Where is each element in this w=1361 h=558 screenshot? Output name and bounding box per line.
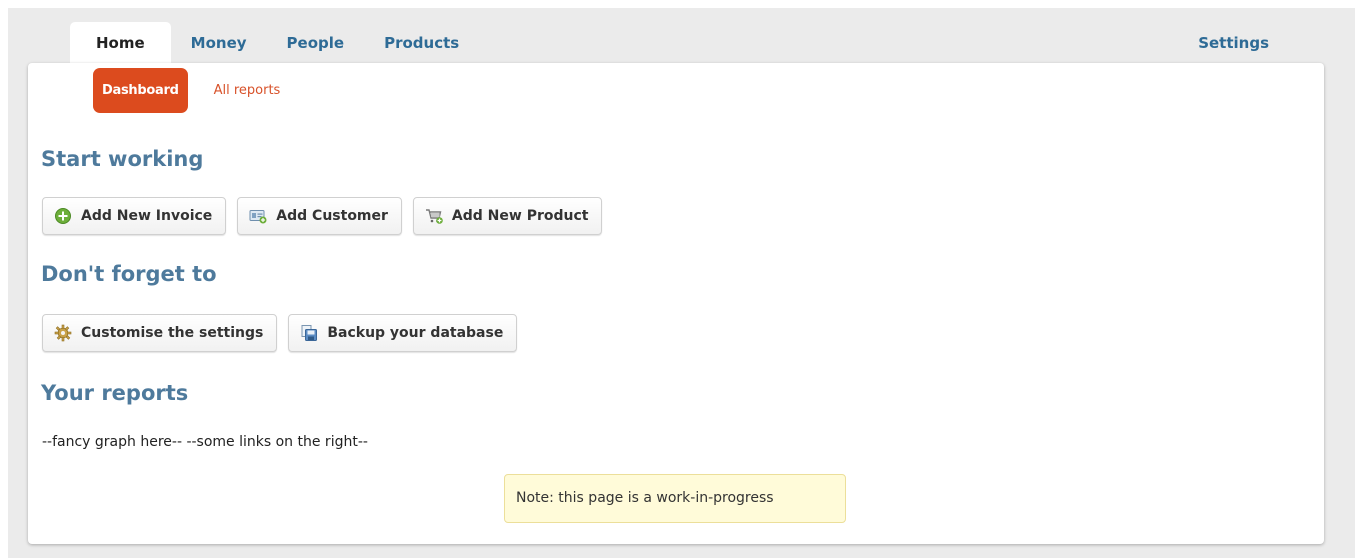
start-working-buttons: Add New Invoice Add Customer Add New Pro… — [42, 197, 613, 235]
backup-icon — [300, 324, 318, 342]
add-circle-icon — [54, 207, 72, 225]
contact-card-icon — [249, 207, 267, 225]
app-background: Home Money People Products Settings Dash… — [8, 8, 1355, 558]
start-working-heading: Start working — [41, 147, 204, 171]
all-reports-link[interactable]: All reports — [214, 83, 281, 98]
reports-placeholder-text: --fancy graph here-- --some links on the… — [42, 434, 368, 450]
add-new-product-label: Add New Product — [451, 208, 589, 224]
gear-icon — [54, 324, 72, 342]
your-reports-heading: Your reports — [41, 381, 189, 405]
tab-products[interactable]: Products — [364, 22, 479, 64]
dont-forget-heading: Don't forget to — [41, 262, 217, 286]
dashboard-tab[interactable]: Dashboard — [93, 68, 188, 113]
tab-people[interactable]: People — [267, 22, 365, 64]
add-customer-label: Add Customer — [276, 208, 388, 224]
add-customer-button[interactable]: Add Customer — [237, 197, 402, 235]
tab-home[interactable]: Home — [70, 22, 171, 64]
sub-navigation: Dashboard All reports — [93, 68, 280, 113]
add-new-product-button[interactable]: Add New Product — [412, 197, 603, 235]
settings-link[interactable]: Settings — [1198, 22, 1269, 64]
backup-database-button[interactable]: Backup your database — [288, 314, 518, 352]
work-in-progress-note: Note: this page is a work-in-progress — [504, 474, 846, 523]
tab-money[interactable]: Money — [171, 22, 267, 64]
customise-settings-label: Customise the settings — [81, 325, 264, 341]
add-new-invoice-label: Add New Invoice — [81, 208, 213, 224]
main-nav-tabs: Home Money People Products — [70, 22, 479, 64]
cart-add-icon — [425, 207, 443, 225]
add-new-invoice-button[interactable]: Add New Invoice — [42, 197, 227, 235]
customise-settings-button[interactable]: Customise the settings — [42, 314, 278, 352]
dont-forget-buttons: Customise the settings Backup your datab… — [42, 314, 528, 352]
main-panel: Dashboard All reports Start working Add … — [28, 63, 1324, 544]
backup-database-label: Backup your database — [327, 325, 504, 341]
